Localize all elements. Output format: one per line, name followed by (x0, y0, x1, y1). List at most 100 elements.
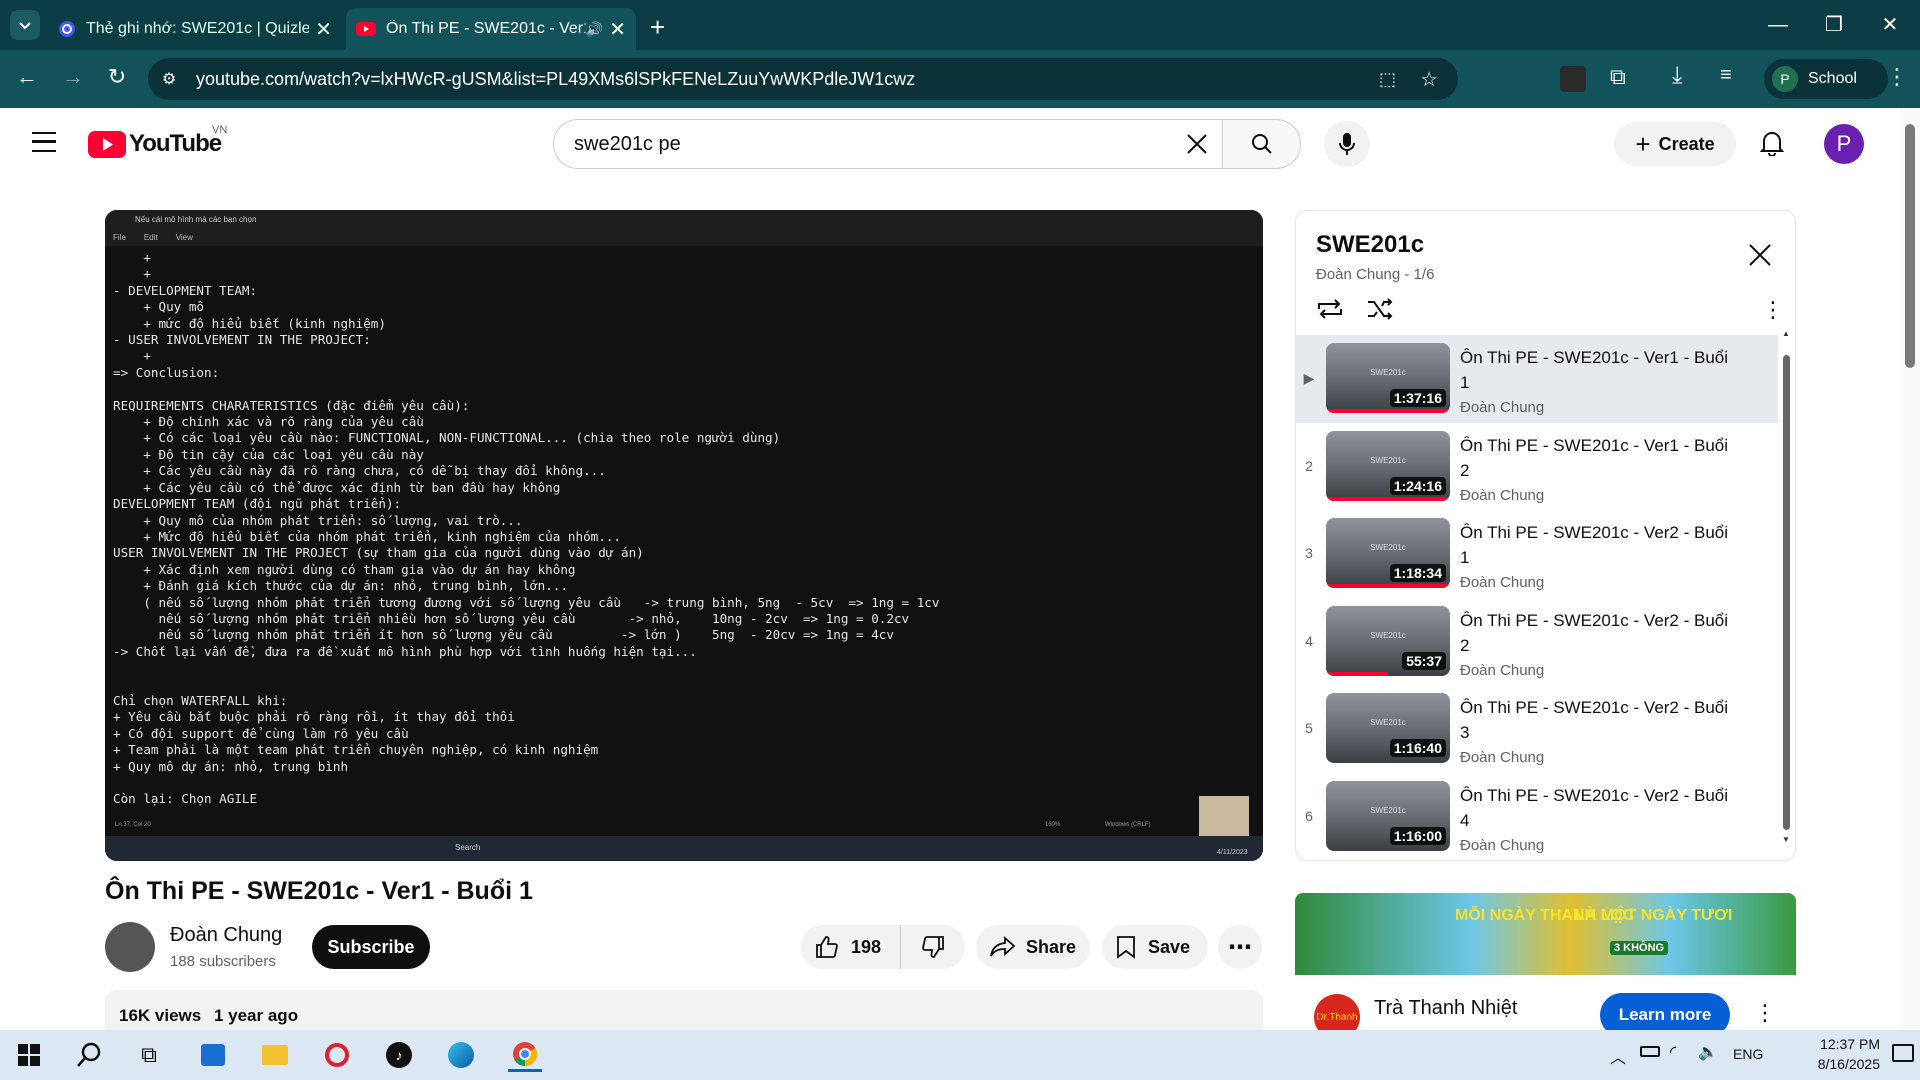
dislike-button[interactable] (901, 925, 965, 969)
browser-menu-icon[interactable]: ⋮ (1886, 64, 1908, 90)
watch-progress (1326, 671, 1388, 676)
tab-quizlet[interactable]: Thẻ ghi nhớ: SWE201c | Quizlet ✕ (48, 8, 342, 50)
voice-search-button[interactable] (1324, 121, 1370, 167)
back-button[interactable]: ← (12, 64, 42, 90)
extensions-puzzle-icon[interactable]: ⧉ (1610, 64, 1626, 90)
item-index: 4 (1305, 632, 1313, 649)
search-button[interactable] (1223, 119, 1301, 169)
page-scrollbar-thumb[interactable] (1905, 124, 1915, 368)
close-tab-icon[interactable]: ✕ (315, 17, 332, 42)
share-label: Share (1026, 936, 1077, 957)
tab-search-button[interactable] (10, 10, 40, 40)
battery-icon[interactable] (1640, 1046, 1660, 1057)
notifications-bell-icon[interactable] (1759, 130, 1785, 161)
forward-button[interactable]: → (58, 64, 88, 90)
volume-icon[interactable]: 🔈 (1698, 1042, 1718, 1062)
duration-badge: 1:18:34 (1389, 564, 1446, 582)
playing-indicator: ▶ (1303, 370, 1315, 386)
playlist-item[interactable]: 3 SWE201c 1:18:34 Ôn Thi PE - SWE201c - V… (1296, 510, 1778, 598)
maximize-button[interactable]: ❐ (1814, 10, 1854, 40)
page-scrollbar[interactable] (1900, 108, 1920, 1030)
notification-center-icon[interactable] (1892, 1044, 1914, 1062)
windows-start-icon[interactable] (12, 1038, 46, 1072)
video-thumbnail: SWE201c 55:37 (1326, 605, 1450, 676)
menu-view: View (175, 232, 193, 242)
item-index: 6 (1305, 807, 1313, 824)
new-tab-button[interactable]: + (650, 12, 665, 43)
playlist-item[interactable]: 4 SWE201c 55:37 Ôn Thi PE - SWE201c - Ver… (1296, 598, 1778, 686)
youtube-logo[interactable]: YouTube VN (88, 124, 227, 158)
zoom-level: 160% (1045, 822, 1061, 828)
notepad-menu: File Edit View (105, 228, 1263, 246)
close-window-button[interactable]: ✕ (1870, 10, 1910, 40)
clock-time: 12:37 PM (1820, 1036, 1880, 1052)
file-explorer-icon[interactable] (258, 1038, 292, 1072)
hamburger-menu-icon[interactable] (32, 132, 56, 152)
site-info-icon[interactable]: ⚙ (162, 69, 176, 89)
download-icon[interactable]: ⤓ (1672, 62, 1683, 90)
chrome-icon[interactable] (508, 1038, 542, 1072)
system-clock[interactable]: 12:37 PM 8/16/2025 (1770, 1034, 1880, 1074)
ad-more-icon[interactable]: ⋮ (1754, 1000, 1776, 1026)
scroll-down-arrow[interactable]: ▼ (1782, 835, 1790, 844)
subscribe-button[interactable]: Subscribe (312, 925, 430, 969)
edge-icon[interactable] (444, 1038, 478, 1072)
task-view-icon[interactable]: ⧉ (132, 1038, 166, 1072)
playlist-more-icon[interactable]: ⋮ (1762, 297, 1784, 323)
playlist-item[interactable]: ▶ SWE201c 1:37:16 Ôn Thi PE - SWE201c - V… (1296, 335, 1778, 423)
chevron-down-icon (19, 22, 31, 30)
address-bar[interactable]: ⚙ youtube.com/watch?v=lxHWcR-gUSM&list=P… (148, 58, 1458, 100)
account-avatar[interactable]: P (1824, 124, 1864, 164)
channel-name[interactable]: Đoàn Chung (170, 924, 282, 947)
tab-youtube[interactable]: Ôn Thi PE - SWE201c - Ver1 🔊 ✕ (346, 8, 636, 50)
scroll-up-arrow[interactable]: ▲ (1782, 329, 1790, 338)
ad-banner[interactable]: MỖI NGÀY THANH LỌC LÀ MỘT NGÀY TƯƠI 3 KH… (1295, 893, 1796, 975)
create-button[interactable]: + Create (1614, 122, 1736, 166)
more-actions-button[interactable]: ⋯ (1218, 925, 1262, 969)
minimize-button[interactable]: — (1758, 10, 1798, 40)
microsoft-store-icon[interactable] (196, 1038, 230, 1072)
reload-button[interactable]: ↻ (102, 64, 132, 90)
bookmark-star-icon[interactable]: ☆ (1420, 67, 1438, 92)
playlist-subtitle: Đoàn Chung - 1/6 (1316, 266, 1435, 283)
install-app-icon[interactable]: ⬚ (1379, 69, 1396, 90)
playlist-panel: SWE201c Đoàn Chung - 1/6 ⋮ ▶ SWE201c 1:37… (1295, 210, 1796, 861)
wifi-icon[interactable]: ◜ (1670, 1042, 1676, 1062)
description-box[interactable]: 16K views 1 year ago (105, 990, 1263, 1030)
profile-label: School (1808, 70, 1857, 87)
watch-progress (1326, 409, 1450, 413)
youtube-header: YouTube VN swe201c pe + Create P (0, 108, 1900, 180)
show-hidden-icons[interactable]: ︿ (1610, 1044, 1626, 1068)
audio-playing-icon[interactable]: 🔊 (586, 21, 603, 38)
scrollbar-thumb[interactable] (1783, 355, 1790, 830)
shuffle-icon[interactable] (1366, 297, 1394, 326)
close-playlist-icon[interactable] (1748, 243, 1772, 272)
language-indicator[interactable]: ENG (1733, 1046, 1763, 1062)
video-player[interactable]: Nếu cái mô hình mà các bạn chọn File Edi… (105, 210, 1263, 861)
playlist-title[interactable]: SWE201c (1316, 231, 1424, 259)
loop-icon[interactable] (1316, 297, 1344, 326)
clear-search-icon[interactable] (1186, 133, 1208, 155)
media-control-icon[interactable]: ≡ (1720, 64, 1732, 87)
channel-avatar[interactable] (105, 922, 155, 972)
playlist-scrollbar[interactable]: ▲ ▼ (1782, 329, 1790, 844)
profile-button[interactable]: P School (1764, 59, 1888, 99)
youtube-play-icon (88, 130, 126, 158)
playlist-item[interactable]: 2 SWE201c 1:24:16 Ôn Thi PE - SWE201c - V… (1296, 423, 1778, 511)
close-tab-icon[interactable]: ✕ (609, 17, 626, 42)
ad-brand-name[interactable]: Trà Thanh Nhiệt (1374, 997, 1517, 1020)
playlist-item-title: Ôn Thi PE - SWE201c - Ver2 - Buổi 1 (1460, 523, 1729, 567)
like-button[interactable]: 198 (801, 925, 901, 969)
search-input[interactable]: swe201c pe (553, 119, 1223, 169)
cursor-position: Ln 37, Col 20 (115, 822, 151, 828)
tiktok-icon[interactable]: ♪ (382, 1038, 416, 1072)
extension-icon[interactable] (1560, 66, 1586, 92)
playlist-item-title: Ôn Thi PE - SWE201c - Ver2 - Buổi 2 (1460, 610, 1729, 655)
taskbar-search-icon[interactable] (72, 1038, 106, 1072)
share-button[interactable]: Share (976, 925, 1090, 969)
playlist-item[interactable]: 5 SWE201c 1:16:40 Ôn Thi PE - SWE201c - V… (1296, 685, 1778, 773)
playlist-item-title: Ôn Thi PE - SWE201c - Ver2 - Buổi 4 (1460, 785, 1729, 830)
playlist-item[interactable]: 6 SWE201c 1:16:00 Ôn Thi PE - SWE201c - V… (1296, 773, 1778, 861)
save-button[interactable]: Save (1102, 925, 1208, 969)
opera-icon[interactable] (320, 1038, 354, 1072)
